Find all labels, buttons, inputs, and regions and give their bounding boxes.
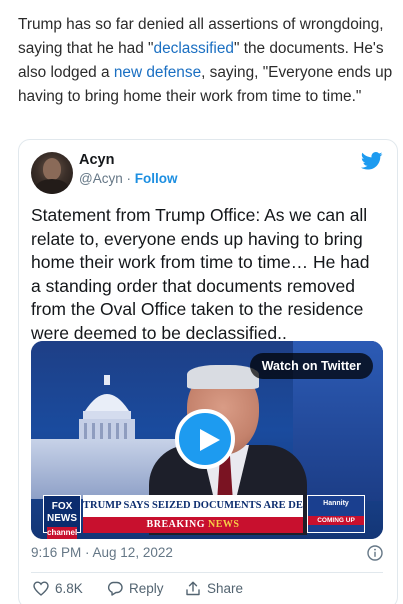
- author-name[interactable]: Acyn: [79, 152, 114, 168]
- like-count: 6.8K: [55, 581, 83, 596]
- like-button[interactable]: 6.8K: [33, 581, 83, 596]
- promo-tag: COMING UP: [308, 516, 364, 525]
- avatar-body: [35, 179, 69, 194]
- article-paragraph: Trump has so far denied all assertions o…: [18, 13, 398, 109]
- play-icon: [200, 429, 220, 451]
- embedded-tweet[interactable]: Acyn @Acyn · Follow Statement from Trump…: [18, 139, 398, 604]
- video-thumbnail[interactable]: Watch on Twitter FOX NEWS channel TRUMP …: [31, 341, 383, 539]
- info-icon[interactable]: [367, 545, 383, 561]
- avatar-head: [43, 158, 61, 180]
- logo-line-2: NEWS: [47, 513, 77, 524]
- news-word: NEWS: [208, 519, 240, 530]
- watch-on-twitter-button[interactable]: Watch on Twitter: [249, 353, 373, 379]
- reply-label: Reply: [129, 581, 164, 596]
- follow-button[interactable]: Follow: [135, 171, 178, 186]
- declassified-link[interactable]: declassified: [154, 40, 234, 57]
- twitter-bird-icon[interactable]: [361, 152, 383, 170]
- share-label: Share: [207, 581, 244, 596]
- share-icon: [186, 581, 200, 596]
- tweet-text: Statement from Trump Office: As we can a…: [31, 205, 370, 343]
- meta-separator: ·: [126, 171, 131, 186]
- fox-news-logo: FOX NEWS channel: [43, 495, 81, 539]
- author-meta: @Acyn · Follow: [79, 171, 178, 186]
- anchor-hair: [187, 365, 259, 389]
- heart-icon: [33, 581, 49, 596]
- breaking-news-bar: BREAKING NEWS: [83, 517, 303, 533]
- new-defense-link[interactable]: new defense: [114, 64, 201, 81]
- reply-button[interactable]: Reply: [107, 581, 164, 596]
- promo-title: Hannity: [323, 500, 349, 507]
- share-button[interactable]: Share: [185, 581, 243, 596]
- author-handle[interactable]: @Acyn: [79, 171, 123, 186]
- logo-tag: channel: [47, 527, 78, 539]
- capitol-dome-image: [79, 375, 135, 447]
- play-button[interactable]: [175, 409, 235, 469]
- reply-icon: [107, 581, 123, 596]
- tweet-timestamp[interactable]: 9:16 PM · Aug 12, 2022: [31, 545, 173, 560]
- news-lower-third: FOX NEWS channel TRUMP SAYS SEIZED DOCUM…: [31, 491, 383, 539]
- divider: [31, 572, 383, 573]
- logo-line-1: FOX: [51, 501, 73, 512]
- chyron-headline: TRUMP SAYS SEIZED DOCUMENTS ARE DECLASSI…: [83, 495, 303, 517]
- avatar[interactable]: [31, 152, 73, 194]
- show-promo: Hannity COMING UP: [307, 495, 365, 533]
- breaking-word: BREAKING: [146, 519, 208, 530]
